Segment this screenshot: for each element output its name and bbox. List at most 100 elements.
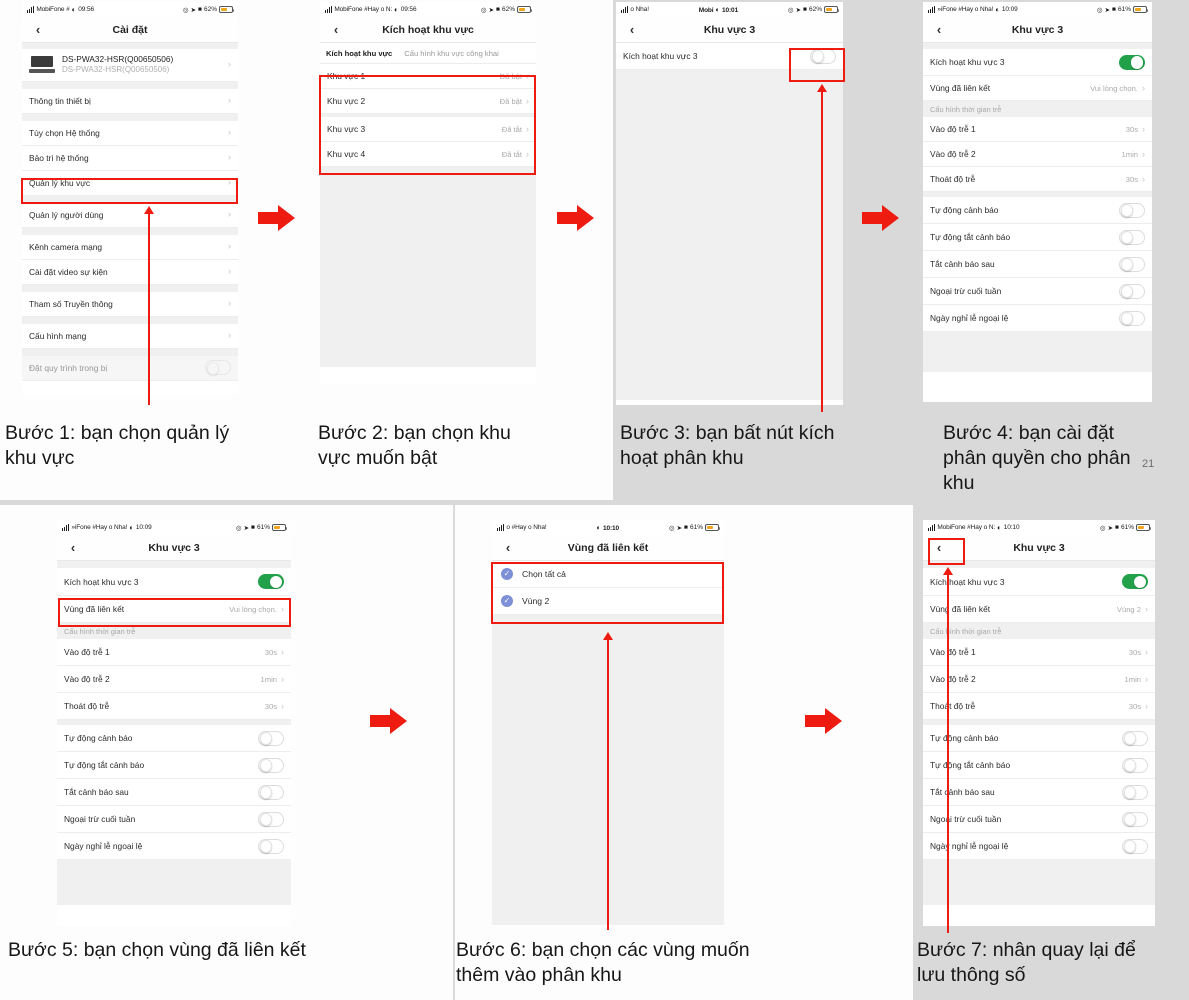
toggle-activate-area-3[interactable] — [258, 574, 284, 589]
list-item-event-video[interactable]: Cài đặt video sự kiện › — [22, 259, 238, 285]
tab-bar: Kích hoạt khu vực Cấu hình khu vực công … — [320, 43, 536, 64]
screenshot-step-2: MobiFone #Hay o N: ◐ 09:56 ◎ ➤ ■ 62% ‹ K… — [320, 2, 536, 384]
list-item-user-management[interactable]: Quản lý người dùng › — [22, 202, 238, 228]
list-item-activate-area-3[interactable]: Kích hoạt khu vực 3 — [923, 568, 1155, 596]
page-title: Kích hoạt khu vực — [382, 23, 474, 36]
list-item-label: Vào độ trễ 1 — [64, 647, 110, 657]
chevron-left-icon[interactable]: ‹ — [492, 541, 524, 554]
list-item-activate-area-3[interactable]: Kích hoạt khu vực 3 — [923, 49, 1152, 76]
list-item-label: Vào độ trễ 2 — [64, 674, 110, 684]
toggle-auto-disarm[interactable] — [1119, 229, 1145, 245]
list-item-system-maintenance[interactable]: Bảo trì hệ thống › — [22, 145, 238, 171]
nav-arrow-icon: ➤ — [488, 6, 495, 14]
list-item-entry-delay-2[interactable]: Vào độ trễ 2 1min › — [923, 666, 1155, 693]
list-item-label: Tự động cảnh báo — [930, 733, 999, 743]
flow-arrow-2-3 — [557, 205, 596, 231]
list-item-label: Kênh camera mạng — [29, 241, 103, 252]
list-item-linked-zones[interactable]: Vùng đã liên kết Vùng 2 › — [923, 596, 1155, 623]
list-item-value: 30s — [1125, 124, 1138, 134]
list-item-entry-delay-2[interactable]: Vào độ trễ 2 1min › — [57, 666, 291, 693]
toggle-disarm-after[interactable] — [1122, 784, 1148, 800]
toggle-holiday-exception[interactable] — [258, 838, 284, 854]
list-item-except-weekend[interactable]: Ngoại trừ cuối tuần — [923, 806, 1155, 833]
list-item-entry-delay-1[interactable]: Vào độ trễ 1 30s › — [923, 117, 1152, 142]
battery-percent: 61% — [1120, 524, 1134, 531]
list-item-holiday-exception[interactable]: Ngày nghỉ lễ ngoại lệ — [57, 833, 291, 860]
list-item-auto-alarm[interactable]: Tự động cảnh báo — [923, 197, 1152, 224]
status-time: 10:09 — [1001, 6, 1018, 13]
toggle-auto-alarm[interactable] — [258, 730, 284, 746]
chevron-left-icon[interactable]: ‹ — [616, 23, 648, 36]
screenshot-step-7: MobiFone #Hay o N: ◐ 10:10 ◎ ➤ ■ 61% ‹ K… — [923, 520, 1155, 926]
chevron-left-icon[interactable]: ‹ — [57, 541, 89, 554]
status-bar: o Nha! Mobi ◐ 10:01 ◎ ➤ ■ 62% — [616, 2, 843, 17]
list-item-label: Thông tin thiết bị — [29, 95, 91, 106]
list-item-holiday-exception[interactable]: Ngày nghỉ lễ ngoại lệ — [923, 305, 1152, 332]
list-item-device-info[interactable]: Thông tin thiết bị › — [22, 88, 238, 114]
list-item-disarm-after[interactable]: Tắt cảnh báo sau — [57, 779, 291, 806]
list-item-disarm-after[interactable]: Tắt cảnh báo sau — [923, 251, 1152, 278]
device-icon — [29, 55, 55, 74]
list-item-exit-delay[interactable]: Thoát độ trễ 30s › — [57, 693, 291, 720]
list-item-holiday-exception[interactable]: Ngày nghỉ lễ ngoại lệ — [923, 833, 1155, 860]
toggle-except-weekend[interactable] — [1119, 283, 1145, 299]
nav-arrow-icon: ➤ — [676, 524, 683, 532]
list-item-entry-delay-1[interactable]: Vào độ trễ 1 30s › — [57, 639, 291, 666]
toggle-auto-alarm[interactable] — [1122, 730, 1148, 746]
highlight-box-back-button — [928, 538, 965, 565]
list-item-auto-disarm[interactable]: Tự động tắt cảnh báo — [57, 752, 291, 779]
toggle-auto-disarm[interactable] — [258, 757, 284, 773]
list-item-exit-delay[interactable]: Thoát độ trễ 30s › — [923, 693, 1155, 720]
list-item-auto-alarm[interactable]: Tự động cảnh báo — [57, 725, 291, 752]
list-item-activate-area-3[interactable]: Kích hoạt khu vực 3 — [57, 568, 291, 596]
toggle-except-weekend[interactable] — [1122, 811, 1148, 827]
chevron-right-icon: › — [228, 330, 231, 341]
chevron-right-icon: › — [1142, 82, 1145, 93]
list-item-label: Tự động tắt cảnh báo — [64, 760, 145, 770]
device-serial: DS-PWA32-HSR(Q00650506) — [62, 65, 170, 75]
toggle-disarm-after[interactable] — [1119, 256, 1145, 272]
list-item-auto-disarm[interactable]: Tự động tắt cảnh báo — [923, 752, 1155, 779]
chevron-right-icon: › — [228, 298, 231, 309]
list-item-label: Ngoại trừ cuối tuần — [930, 286, 1002, 296]
list-item-entry-delay-2[interactable]: Vào độ trễ 2 1min › — [923, 142, 1152, 167]
toggle-auto-disarm[interactable] — [1122, 757, 1148, 773]
chevron-left-icon[interactable]: ‹ — [22, 23, 54, 36]
list-item-device-process[interactable]: Đặt quy trình trong bị — [22, 355, 238, 381]
list-item-except-weekend[interactable]: Ngoại trừ cuối tuần — [57, 806, 291, 833]
toggle-holiday-exception[interactable] — [1122, 838, 1148, 854]
tab-public-area-config[interactable]: Cấu hình khu vực công khai — [398, 49, 505, 58]
list-item-label: Cài đặt video sự kiện — [29, 266, 108, 277]
device-card[interactable]: DS-PWA32-HSR(Q00650506) DS-PWA32-HSR(Q00… — [22, 49, 238, 82]
list-item-entry-delay-1[interactable]: Vào độ trễ 1 30s › — [923, 639, 1155, 666]
list-item-communication-params[interactable]: Tham số Truyền thông › — [22, 291, 238, 317]
list-item-disarm-after[interactable]: Tắt cảnh báo sau — [923, 779, 1155, 806]
chevron-left-icon[interactable]: ‹ — [320, 23, 352, 36]
list-item-network-config[interactable]: Cấu hình mạng › — [22, 323, 238, 349]
list-item-system-options[interactable]: Tùy chọn Hệ thống › — [22, 120, 238, 146]
list-item-network-camera[interactable]: Kênh camera mạng › — [22, 234, 238, 260]
toggle-activate-area-3[interactable] — [1119, 54, 1145, 70]
area-detail-list: Kích hoạt khu vực 3 — [616, 43, 843, 400]
list-item-label: Tắt cảnh báo sau — [930, 259, 995, 269]
toggle-except-weekend[interactable] — [258, 811, 284, 827]
chevron-right-icon: › — [281, 646, 284, 657]
list-item-label: Tự động cảnh báo — [930, 205, 999, 215]
list-item-label: Bảo trì hệ thống — [29, 152, 89, 163]
signal-bars-icon — [27, 6, 35, 13]
tab-activate-area[interactable]: Kích hoạt khu vực — [320, 49, 398, 58]
caption-step-4: Bước 4: bạn cài đặt phân quyền cho phân … — [943, 422, 1131, 494]
list-item-auto-alarm[interactable]: Tự động cảnh báo — [923, 725, 1155, 752]
toggle-switch[interactable] — [205, 360, 231, 376]
list-item-except-weekend[interactable]: Ngoại trừ cuối tuần — [923, 278, 1152, 305]
toggle-holiday-exception[interactable] — [1119, 310, 1145, 326]
toggle-auto-alarm[interactable] — [1119, 202, 1145, 218]
toggle-disarm-after[interactable] — [258, 784, 284, 800]
toggle-activate-area-3[interactable] — [1122, 574, 1148, 589]
chevron-right-icon: › — [228, 95, 231, 106]
list-item-exit-delay[interactable]: Thoát độ trễ 30s › — [923, 167, 1152, 192]
chevron-left-icon[interactable]: ‹ — [923, 23, 955, 36]
list-item-linked-zones[interactable]: Vùng đã liên kết Vui lòng chọn. › — [923, 76, 1152, 101]
chevron-right-icon: › — [228, 152, 231, 163]
list-item-auto-disarm[interactable]: Tự động tắt cảnh báo — [923, 224, 1152, 251]
